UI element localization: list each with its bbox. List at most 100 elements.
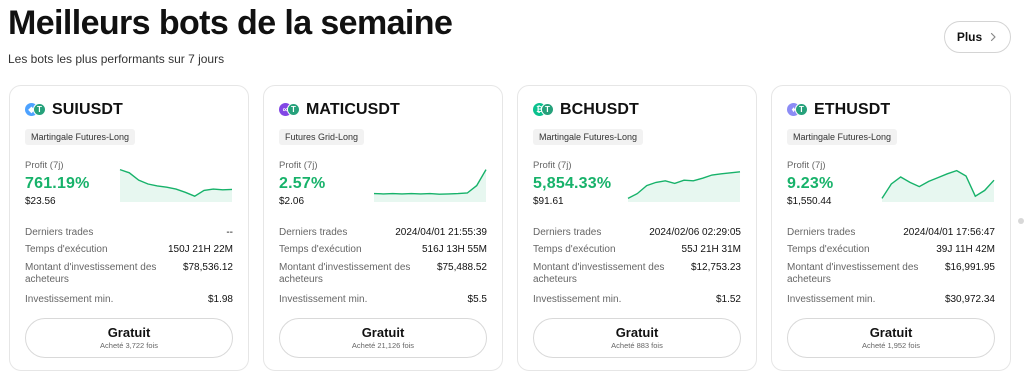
- bought-count: Acheté 883 fois: [611, 341, 663, 350]
- exec-time-value: 55J 21H 31M: [681, 244, 741, 255]
- exec-time-label: Temps d'exécution: [25, 244, 108, 255]
- profit-sparkline: [627, 171, 741, 202]
- tether-coin-icon: T: [795, 103, 808, 116]
- exec-time-label: Temps d'exécution: [787, 244, 870, 255]
- last-trades-label: Derniers trades: [279, 227, 348, 238]
- profit-label: Profit (7j): [279, 160, 318, 171]
- bot-symbol: MATICUSDT: [306, 101, 400, 118]
- exec-time-value: 150J 21H 22M: [167, 244, 233, 255]
- profit-percent: 9.23%: [787, 175, 834, 192]
- coin-pair-icon: ∞ T: [279, 103, 301, 117]
- last-trades-value: 2024/02/06 02:29:05: [649, 227, 741, 238]
- invest-amount-label: Montant d'investissement des acheteurs: [533, 262, 665, 285]
- last-trades-value: 2024/04/01 17:56:47: [903, 227, 995, 238]
- min-invest-label: Investissement min.: [787, 294, 876, 305]
- sparkline-line: [373, 169, 487, 195]
- bought-count: Acheté 21,126 fois: [351, 341, 415, 350]
- sparkline-area: [882, 170, 994, 202]
- free-button-label: Gratuit: [869, 325, 913, 340]
- sparkline-area: [120, 169, 232, 202]
- free-copy-button[interactable]: Gratuit Acheté 21,126 fois: [279, 318, 487, 358]
- free-copy-button[interactable]: Gratuit Acheté 883 fois: [533, 318, 741, 358]
- tether-coin-icon: T: [287, 103, 300, 116]
- exec-time-row: Temps d'exécution 516J 13H 55M: [279, 244, 487, 256]
- page-title: Meilleurs bots de la semaine: [8, 4, 453, 42]
- exec-time-value: 39J 11H 42M: [936, 244, 995, 255]
- strategy-tag: Martingale Futures-Long: [533, 129, 644, 145]
- profit-sparkline: [373, 169, 487, 202]
- last-trades-value: --: [226, 227, 233, 238]
- profit-sparkline: [119, 168, 233, 202]
- last-trades-row: Derniers trades --: [25, 227, 233, 239]
- strategy-tag: Futures Grid-Long: [279, 129, 365, 145]
- bot-card-bchusdt[interactable]: ₿ T BCHUSDT Martingale Futures-Long Prof…: [517, 85, 757, 371]
- profit-amount: $23.56: [25, 196, 56, 207]
- next-card-peek: [1018, 218, 1024, 224]
- invest-amount-row: Montant d'investissement des acheteurs $…: [25, 262, 233, 286]
- invest-amount-label: Montant d'investissement des acheteurs: [25, 262, 157, 285]
- invest-amount-value: $12,753.23: [690, 262, 741, 273]
- bot-card-header: ₿ T BCHUSDT: [533, 101, 639, 119]
- min-invest-value: $5.5: [467, 294, 487, 305]
- bot-card-header: ♦ T ETHUSDT: [787, 101, 890, 119]
- free-button-label: Gratuit: [107, 325, 151, 340]
- exec-time-value: 516J 13H 55M: [421, 244, 487, 255]
- profit-label: Profit (7j): [25, 160, 64, 171]
- last-trades-row: Derniers trades 2024/04/01 17:56:47: [787, 227, 995, 239]
- invest-amount-value: $75,488.52: [436, 262, 487, 273]
- free-button-label: Gratuit: [361, 325, 405, 340]
- min-invest-row: Investissement min. $30,972.34: [787, 294, 995, 306]
- tether-coin-icon: T: [541, 103, 554, 116]
- bot-card-suiusdt[interactable]: ◆ T SUIUSDT Martingale Futures-Long Prof…: [9, 85, 249, 371]
- last-trades-row: Derniers trades 2024/04/01 21:55:39: [279, 227, 487, 239]
- min-invest-label: Investissement min.: [533, 294, 622, 305]
- bot-card-header: ◆ T SUIUSDT: [25, 101, 123, 119]
- invest-amount-row: Montant d'investissement des acheteurs $…: [533, 262, 741, 286]
- bought-count: Acheté 1,952 fois: [862, 341, 920, 350]
- bot-symbol: BCHUSDT: [560, 101, 639, 118]
- chevron-right-icon: [991, 32, 996, 42]
- bot-card-maticusdt[interactable]: ∞ T MATICUSDT Futures Grid-Long Profit (…: [263, 85, 503, 371]
- invest-amount-row: Montant d'investissement des acheteurs $…: [279, 262, 487, 286]
- min-invest-label: Investissement min.: [25, 294, 114, 305]
- last-trades-row: Derniers trades 2024/02/06 02:29:05: [533, 227, 741, 239]
- min-invest-label: Investissement min.: [279, 294, 368, 305]
- bought-count: Acheté 3,722 fois: [100, 341, 158, 350]
- invest-amount-row: Montant d'investissement des acheteurs $…: [787, 262, 995, 286]
- sparkline-area: [374, 169, 486, 202]
- profit-amount: $2.06: [279, 196, 305, 207]
- last-trades-label: Derniers trades: [25, 227, 94, 238]
- profit-percent: 5,854.33%: [533, 175, 612, 192]
- free-copy-button[interactable]: Gratuit Acheté 1,952 fois: [787, 318, 995, 358]
- profit-percent: 761.19%: [25, 175, 90, 192]
- free-button-label: Gratuit: [615, 325, 659, 340]
- more-button[interactable]: Plus: [944, 21, 1011, 53]
- invest-amount-value: $16,991.95: [944, 262, 995, 273]
- strategy-tag: Martingale Futures-Long: [787, 129, 898, 145]
- invest-amount-value: $78,536.12: [182, 262, 233, 273]
- min-invest-row: Investissement min. $1.52: [533, 294, 741, 306]
- more-button-label: Plus: [956, 30, 983, 44]
- invest-amount-label: Montant d'investissement des acheteurs: [787, 262, 919, 285]
- min-invest-row: Investissement min. $5.5: [279, 294, 487, 306]
- coin-pair-icon: ◆ T: [25, 103, 47, 117]
- exec-time-label: Temps d'exécution: [279, 244, 362, 255]
- profit-percent: 2.57%: [279, 175, 326, 192]
- profit-label: Profit (7j): [787, 160, 826, 171]
- min-invest-value: $1.98: [207, 294, 233, 305]
- coin-pair-icon: ♦ T: [787, 103, 809, 117]
- bot-card-ethusdt[interactable]: ♦ T ETHUSDT Martingale Futures-Long Prof…: [771, 85, 1011, 371]
- profit-amount: $1,550.44: [787, 196, 832, 207]
- page-subtitle: Les bots les plus performants sur 7 jour…: [8, 52, 225, 66]
- min-invest-value: $30,972.34: [944, 294, 995, 305]
- bot-symbol: SUIUSDT: [52, 101, 123, 118]
- last-trades-label: Derniers trades: [533, 227, 602, 238]
- min-invest-row: Investissement min. $1.98: [25, 294, 233, 306]
- exec-time-row: Temps d'exécution 150J 21H 22M: [25, 244, 233, 256]
- bot-symbol: ETHUSDT: [814, 101, 891, 118]
- profit-sparkline: [881, 169, 995, 202]
- tether-coin-icon: T: [33, 103, 46, 116]
- invest-amount-label: Montant d'investissement des acheteurs: [279, 262, 411, 285]
- min-invest-value: $1.52: [715, 294, 741, 305]
- free-copy-button[interactable]: Gratuit Acheté 3,722 fois: [25, 318, 233, 358]
